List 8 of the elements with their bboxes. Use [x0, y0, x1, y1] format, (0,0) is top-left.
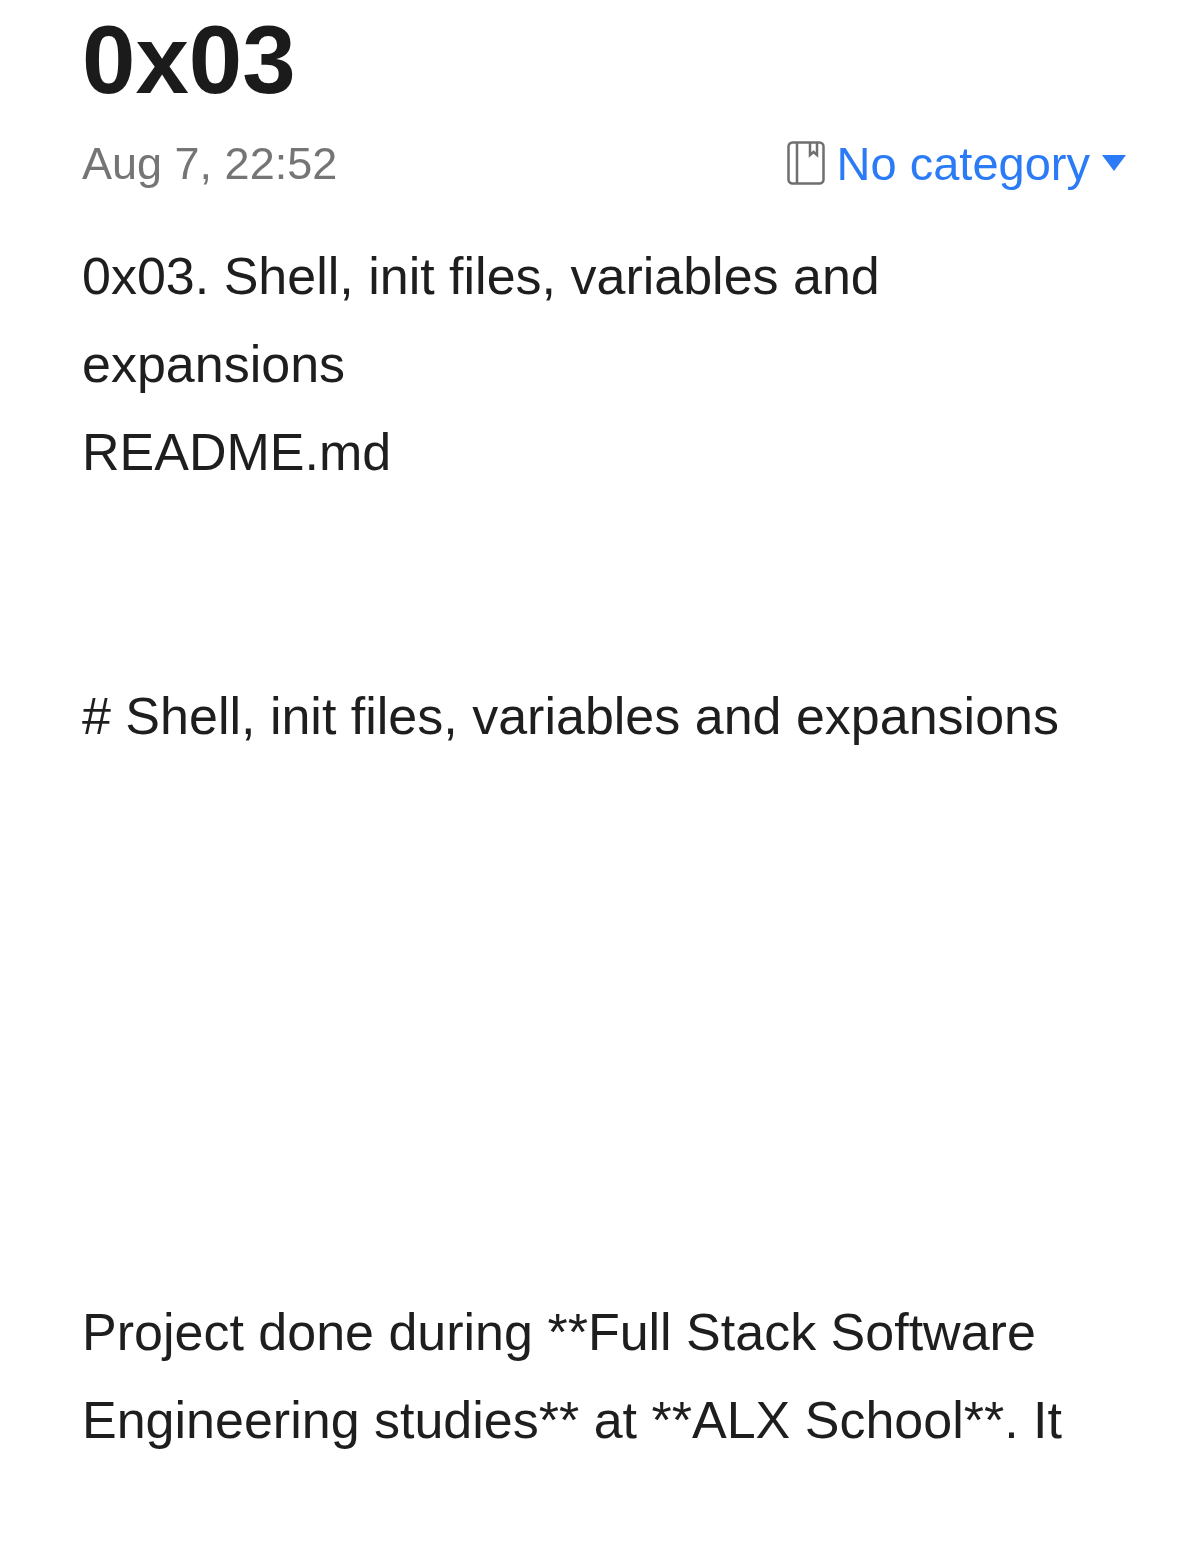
note-paragraph: 0x03. Shell, init files, variables and expansions	[82, 246, 881, 395]
caret-icon	[1102, 155, 1126, 171]
notebook-icon	[786, 141, 825, 185]
note-date: Aug 7, 22:52	[82, 140, 338, 186]
note-paragraph: Project done during **Full Stack Software Engineering studies** at **ALX School**. It	[82, 1302, 1063, 1451]
note-title: 0x03	[82, 12, 296, 108]
note-paragraph: # Shell, init files, variables and expansions	[82, 686, 1060, 747]
note-paragraph: README.md	[82, 422, 393, 483]
